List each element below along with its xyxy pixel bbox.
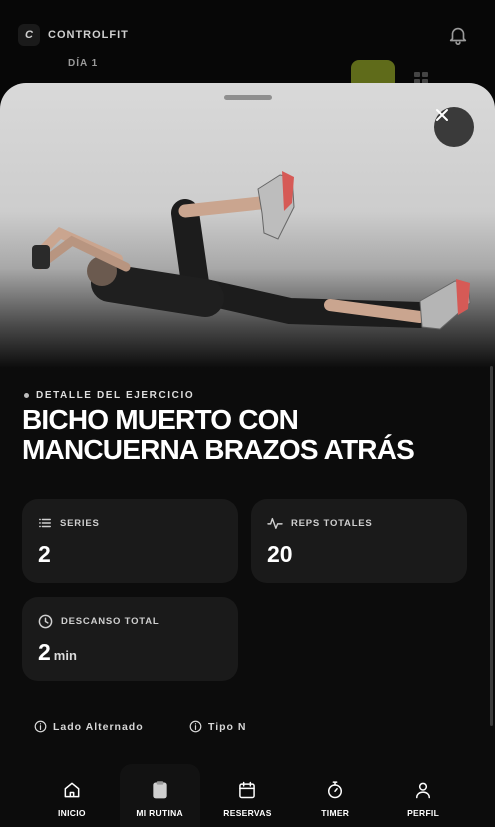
series-card: SERIES 2 [22,499,238,583]
exercise-title: BICHO MUERTO CON MANCUERNA BRAZOS ATRÁS [22,404,415,465]
exercise-detail-sheet: DETALLE DEL EJERCICIO BICHO MUERTO CON M… [0,83,495,827]
info-icon [189,720,202,733]
pulse-icon [267,517,283,529]
tag-tipo: Tipo N [189,720,246,733]
nav-item-reservas[interactable]: RESERVAS [207,764,287,827]
nav-label: MI RUTINA [136,808,183,818]
series-value: 2 [38,541,51,567]
reps-value: 20 [267,541,293,567]
scrollbar[interactable] [490,366,493,726]
list-icon [39,518,51,528]
section-kicker: DETALLE DEL EJERCICIO [24,390,194,401]
reps-label: REPS TOTALES [291,517,373,529]
series-label: SERIES [60,517,100,529]
rest-value-wrap: 2 min [38,639,77,666]
nav-item-inicio[interactable]: INICIO [32,764,112,827]
nav-label: INICIO [58,808,86,818]
tag-label: Tipo N [208,720,247,733]
close-button[interactable] [434,107,474,147]
nav-label: TIMER [321,808,350,818]
nav-item-perfil[interactable]: PERFIL [383,764,463,827]
clipboard-icon [153,781,167,799]
kicker-text: DETALLE DEL EJERCICIO [36,390,195,401]
clock-icon [38,614,53,629]
nav-label: RESERVAS [223,808,272,818]
rest-value: 2 [38,639,51,665]
brand: C CONTROLFIT [18,24,129,46]
home-icon [64,782,80,798]
tag-lado-alternado: Lado Alternado [34,720,144,733]
day-label: DÍA 1 [68,58,99,69]
nav-item-mi-rutina[interactable]: MI RUTINA [119,764,200,827]
calendar-icon [239,781,256,799]
rest-label: DESCANSO TOTAL [61,616,160,627]
brand-name: CONTROLFIT [48,29,129,41]
reps-card: REPS TOTALES 20 [251,499,467,583]
bell-icon[interactable] [447,24,469,46]
info-icon [34,720,47,733]
brand-logo: C [18,24,40,46]
nav-item-timer[interactable]: TIMER [295,764,375,827]
rest-unit: min [53,648,77,663]
nav-label: PERFIL [407,808,440,818]
user-icon [416,782,431,799]
exercise-image [0,83,495,368]
tag-label: Lado Alternado [53,720,144,733]
bottom-nav: INICIO MI RUTINA RESERVAS TIMER PERFIL [0,764,495,827]
bullet-icon [24,393,29,398]
stopwatch-icon [328,781,343,799]
close-icon [436,109,448,121]
drag-handle[interactable] [224,95,272,100]
rest-card: DESCANSO TOTAL 2 min [22,597,238,681]
